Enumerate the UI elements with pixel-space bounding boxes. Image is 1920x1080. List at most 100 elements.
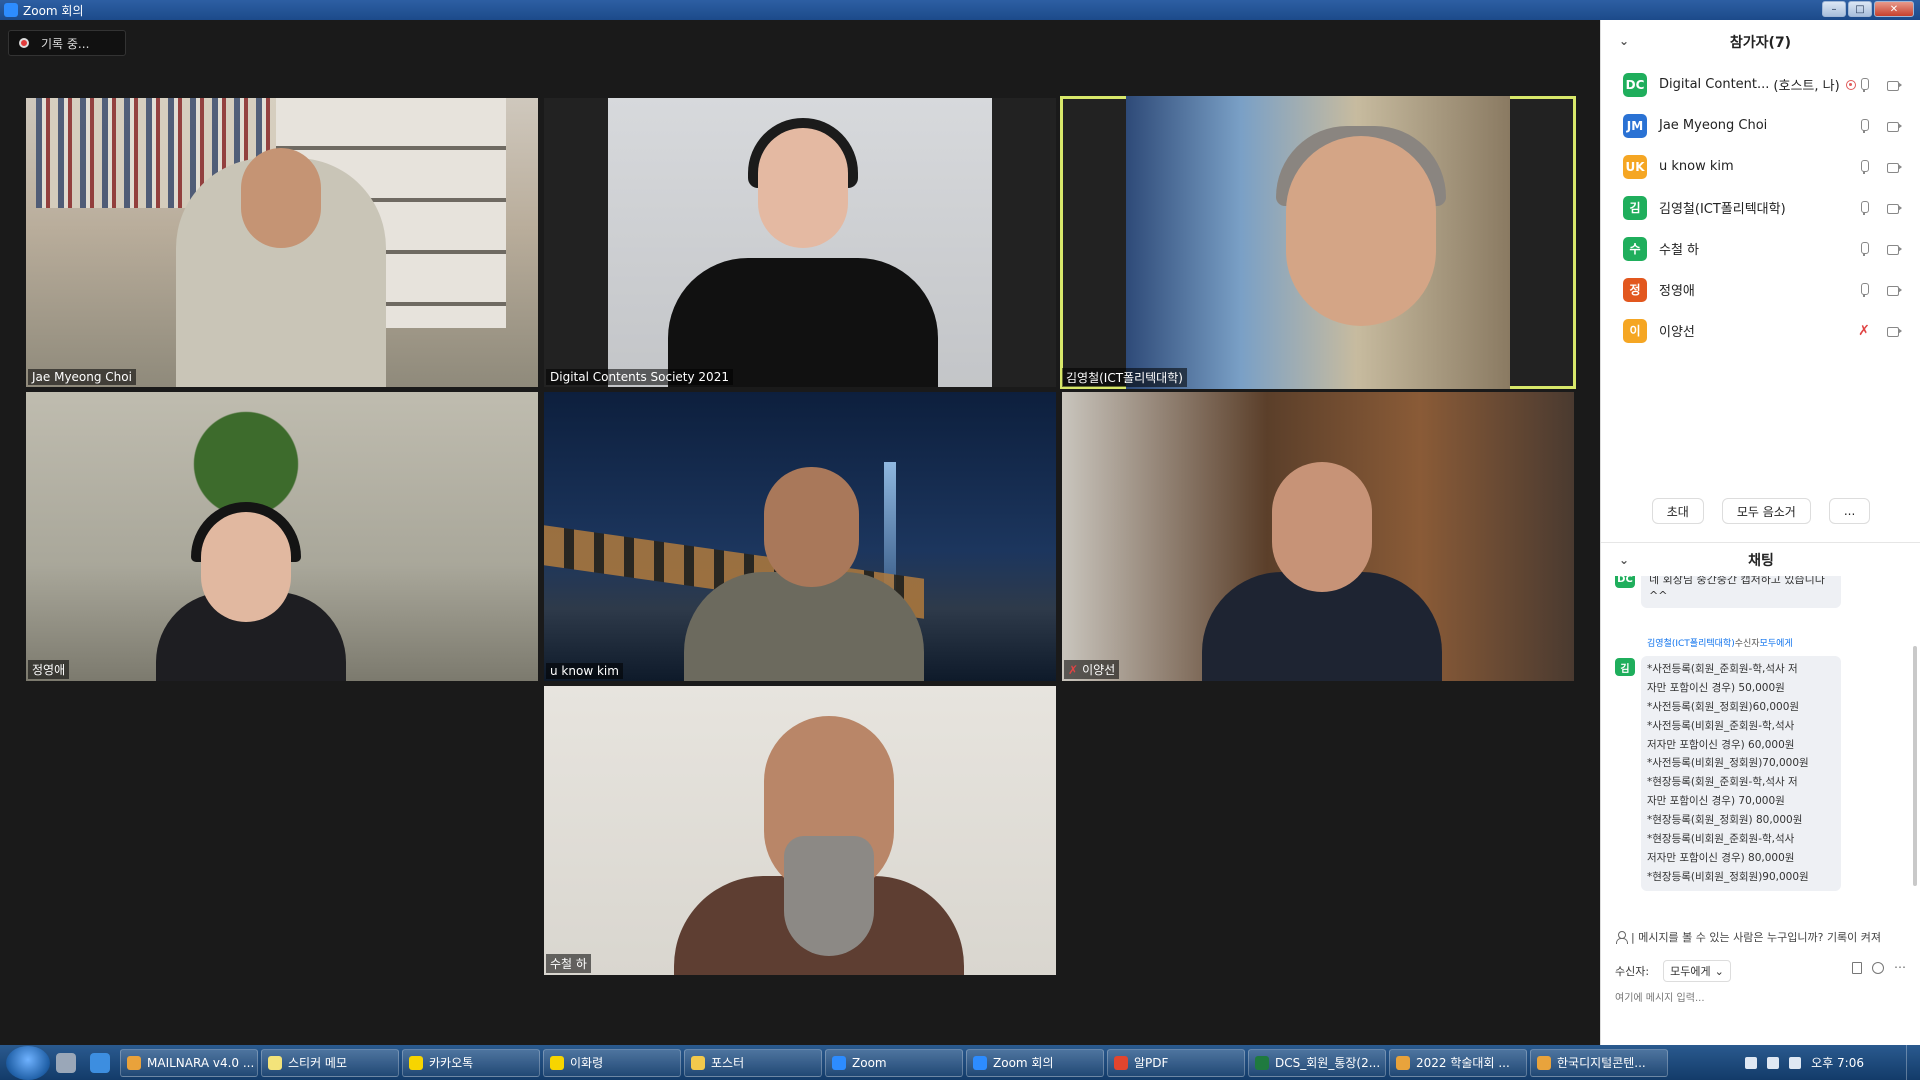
emoji-icon[interactable] xyxy=(1872,962,1884,974)
pdf-icon xyxy=(1114,1055,1128,1070)
participant-actions: 초대 모두 음소거 ... xyxy=(1601,498,1920,524)
video-feed xyxy=(26,392,538,681)
camera-icon[interactable] xyxy=(1886,118,1902,134)
chat-messages[interactable]: DC 네 회장님 중간중간 캡처하고 있습니다^^ 김영철(ICT폴리텍대학)수… xyxy=(1601,576,1920,916)
message-sender-line: 김영철(ICT폴리텍대학)수신자모두에게 xyxy=(1647,636,1793,649)
mic-icon[interactable] xyxy=(1856,118,1872,134)
avatar: 김 xyxy=(1623,195,1647,220)
camera-icon[interactable] xyxy=(1886,77,1902,93)
more-icon[interactable]: ⋯ xyxy=(1894,961,1906,974)
message-line: *사전등록(회원_준회원-학,석사 저 xyxy=(1647,663,1798,675)
video-tile-jung-young-ae[interactable]: 정영애 xyxy=(26,392,538,681)
camera-icon[interactable] xyxy=(1886,323,1902,339)
taskbar-item[interactable]: 이화령 xyxy=(543,1048,681,1077)
taskbar-item[interactable]: 2022 학술대회 ... xyxy=(1389,1048,1527,1077)
task-label: 알PDF xyxy=(1134,1056,1169,1070)
message-line: 저자만 포함이신 경우) 80,000원 xyxy=(1647,851,1795,864)
quick-launch xyxy=(56,1052,110,1073)
camera-icon[interactable] xyxy=(1886,159,1902,175)
message-line: 자만 포함이신 경우) 70,000원 xyxy=(1647,795,1785,808)
mic-icon[interactable] xyxy=(1856,200,1872,216)
taskbar-item[interactable]: Zoom 회의 xyxy=(966,1048,1104,1077)
mic-icon[interactable] xyxy=(1856,241,1872,257)
maximize-button[interactable]: □ xyxy=(1848,1,1872,17)
participant-item[interactable]: 이 이양선 ✗ xyxy=(1601,310,1920,351)
recipient-dropdown[interactable]: 모두에게 ⌄ xyxy=(1663,960,1731,982)
minimize-button[interactable]: – xyxy=(1822,1,1846,17)
camera-icon[interactable] xyxy=(1886,241,1902,257)
video-feed xyxy=(1062,392,1574,681)
mic-icon[interactable] xyxy=(1856,282,1872,298)
camera-icon[interactable] xyxy=(1886,200,1902,216)
message-line: *현장등록(비회원_정회원)90,000원 xyxy=(1647,870,1809,883)
participant-item[interactable]: UK u know kim xyxy=(1601,146,1920,187)
file-icon[interactable] xyxy=(1852,962,1862,974)
video-tile-su-chul-ha[interactable]: 수철 하 xyxy=(544,686,1056,975)
recording-dot-icon xyxy=(19,38,29,48)
participant-item[interactable]: JM Jae Myeong Choi xyxy=(1601,105,1920,146)
task-label: 한국디지털콘텐... xyxy=(1557,1056,1646,1070)
mic-muted-icon[interactable]: ✗ xyxy=(1856,323,1872,339)
mute-all-button[interactable]: 모두 음소거 xyxy=(1721,498,1811,524)
chat-tools: ⋯ xyxy=(1852,961,1906,974)
sticky-notes-icon xyxy=(268,1055,282,1070)
video-tile-lee-yang-sun[interactable]: ✗ 이양선 xyxy=(1062,392,1574,681)
taskbar-item[interactable]: Zoom xyxy=(825,1048,963,1077)
invite-button[interactable]: 초대 xyxy=(1651,498,1704,524)
participant-item[interactable]: 정 정영애 xyxy=(1601,269,1920,310)
taskbar-item[interactable]: 포스터 xyxy=(684,1048,822,1077)
quick-launch-icon[interactable] xyxy=(56,1052,76,1073)
chat-input[interactable] xyxy=(1615,988,1905,1008)
message-line: *현장등록(회원_정회원) 80,000원 xyxy=(1647,814,1803,827)
taskbar-item[interactable]: 스티커 메모 xyxy=(261,1048,399,1077)
avatar: DC xyxy=(1623,72,1647,97)
taskbar-item[interactable]: MAILNARA v4.0 ... xyxy=(120,1048,258,1077)
collapse-participants-button[interactable]: ⌄ xyxy=(1619,34,1629,48)
recording-indicator[interactable]: 기록 중... xyxy=(8,30,126,56)
taskbar-item[interactable]: 카카오톡 xyxy=(402,1048,540,1077)
participant-item[interactable]: 김 김영철(ICT폴리텍대학) xyxy=(1601,187,1920,228)
chat-scrollbar[interactable] xyxy=(1913,646,1917,886)
taskbar-item[interactable]: 알PDF xyxy=(1107,1048,1245,1077)
chat-visibility-notice[interactable]: | 메시지를 볼 수 있는 사람은 누구입니까? 기록이 켜져 xyxy=(1601,926,1920,948)
video-tile-digital-contents-society[interactable]: Digital Contents Society 2021 xyxy=(544,98,1056,387)
participant-name: Jae Myeong Choi xyxy=(1659,118,1768,133)
mic-icon[interactable] xyxy=(1856,77,1872,93)
participant-role: (호스트, 나) xyxy=(1773,79,1840,94)
camera-icon[interactable] xyxy=(1886,282,1902,298)
window-controls: – □ ✕ xyxy=(1822,1,1914,17)
chrome-icon xyxy=(127,1055,141,1070)
flag-icon[interactable] xyxy=(1745,1056,1758,1069)
start-button[interactable] xyxy=(6,1045,50,1080)
pen-icon[interactable] xyxy=(1789,1056,1802,1069)
system-tray: 오후 7:06 xyxy=(1745,1045,1864,1080)
close-button[interactable]: ✕ xyxy=(1874,1,1914,17)
excel-icon xyxy=(1255,1055,1269,1070)
video-tile-jae-myeong-choi[interactable]: Jae Myeong Choi xyxy=(26,98,538,387)
participant-item[interactable]: DC Digital Content... (호스트, 나) xyxy=(1601,64,1920,105)
mic-icon[interactable] xyxy=(1856,159,1872,175)
taskbar-item[interactable]: DCS_회원_통장(2... xyxy=(1248,1048,1386,1077)
task-label: MAILNARA v4.0 ... xyxy=(147,1055,255,1070)
document-icon xyxy=(1537,1055,1551,1070)
participant-name: 수철 하 xyxy=(1659,243,1700,258)
network-icon[interactable] xyxy=(1767,1056,1780,1069)
video-tile-active-speaker[interactable]: 김영철(ICT폴리텍대학) xyxy=(1060,96,1576,389)
task-label: 포스터 xyxy=(711,1056,745,1070)
chat-header: ⌄ 채팅 xyxy=(1601,542,1920,576)
avatar: DC xyxy=(1615,576,1635,588)
taskbar-item[interactable]: 한국디지털콘텐... xyxy=(1530,1048,1668,1077)
clock[interactable]: 오후 7:06 xyxy=(1811,1054,1864,1071)
more-options-button[interactable]: ... xyxy=(1828,498,1871,524)
internet-explorer-icon[interactable] xyxy=(90,1052,110,1073)
avatar: 수 xyxy=(1623,236,1647,261)
folder-icon xyxy=(691,1055,705,1070)
video-tile-u-know-kim[interactable]: u know kim xyxy=(544,392,1056,681)
mic-muted-icon: ✗ xyxy=(1068,662,1079,677)
participant-item[interactable]: 수 수철 하 xyxy=(1601,228,1920,269)
show-desktop-button[interactable] xyxy=(1906,1045,1920,1080)
to-label: 수신자 xyxy=(1734,639,1760,649)
user-icon xyxy=(1615,931,1628,944)
collapse-chat-button[interactable]: ⌄ xyxy=(1619,553,1629,567)
participant-list: DC Digital Content... (호스트, 나) JM Jae My… xyxy=(1601,64,1920,351)
